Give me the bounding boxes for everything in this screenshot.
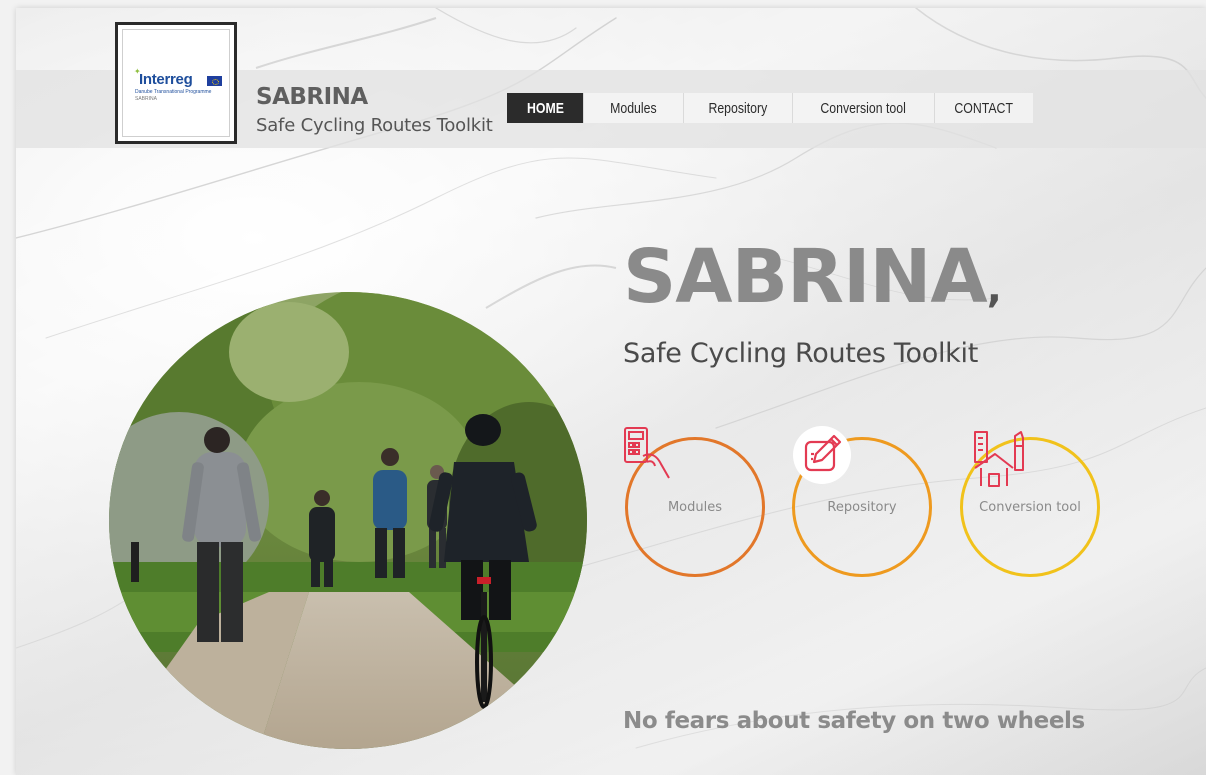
nav-repository[interactable]: Repository xyxy=(684,93,793,123)
logo-brand: Interreg xyxy=(139,71,193,88)
hero-photo xyxy=(109,292,587,749)
logo-project: SABRINA xyxy=(135,96,157,102)
logo[interactable]: ✦ Interreg Danube Transnational Programm… xyxy=(115,22,237,144)
footer-tagline: No fears about safety on two wheels xyxy=(623,708,1085,734)
nav-repository-label: Repository xyxy=(708,99,768,117)
nav-home[interactable]: HOME xyxy=(507,93,584,123)
feature-modules-label: Modules xyxy=(667,499,723,515)
page: ✦ Interreg Danube Transnational Programm… xyxy=(16,8,1206,775)
site-name[interactable]: SABRINA xyxy=(256,84,368,110)
city-pencil-icon xyxy=(974,431,1024,487)
main-nav: HOME Modules Repository Conversion tool … xyxy=(507,93,1033,123)
hero-title-text: SABRINA xyxy=(623,234,988,320)
nav-home-label: HOME xyxy=(526,99,564,117)
edit-note-icon xyxy=(804,434,842,472)
logo-frame: ✦ Interreg Danube Transnational Programm… xyxy=(122,29,230,137)
feature-repository-label: Repository xyxy=(827,499,897,515)
logo-program: Danube Transnational Programme xyxy=(135,89,212,95)
hero-subtitle: Safe Cycling Routes Toolkit xyxy=(623,338,978,369)
nav-conversion-tool[interactable]: Conversion tool xyxy=(793,93,935,123)
nav-contact-label: CONTACT xyxy=(954,99,1014,117)
hero-title: SABRINA, xyxy=(623,234,1002,320)
nav-modules-label: Modules xyxy=(610,99,657,117)
cyclist-photo xyxy=(109,292,587,749)
hero-title-comma: , xyxy=(986,266,1002,312)
nav-modules[interactable]: Modules xyxy=(584,93,684,123)
calculator-icon xyxy=(624,427,670,479)
feature-conversion-tool-label: Conversion tool xyxy=(979,499,1081,515)
nav-contact[interactable]: CONTACT xyxy=(935,93,1033,123)
eu-flag-icon xyxy=(207,76,222,86)
site-tagline: Safe Cycling Routes Toolkit xyxy=(256,115,493,136)
nav-conversion-tool-label: Conversion tool xyxy=(820,99,907,117)
